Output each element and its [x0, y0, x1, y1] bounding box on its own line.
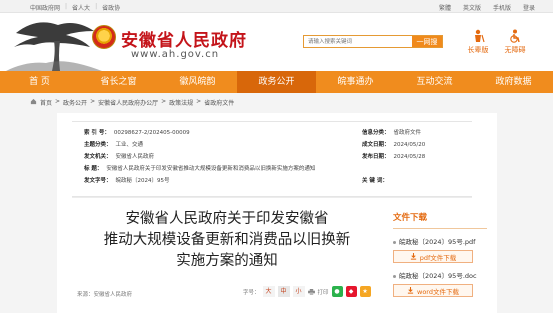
link-cppcc[interactable]: 省政协 — [102, 3, 120, 12]
document-source: 来源：安徽省人民政府 — [77, 292, 133, 298]
nav-culture[interactable]: 徽风皖韵 — [158, 71, 237, 93]
download-icon — [407, 287, 414, 294]
info-category: 省政府文件 — [393, 130, 422, 136]
link-mobile[interactable]: 手机版 — [493, 3, 511, 12]
breadcrumb-current[interactable]: 省政府文件 — [204, 98, 234, 107]
qzone-share-icon[interactable]: ★ — [359, 286, 371, 297]
separator: | — [95, 3, 98, 10]
word-download-button[interactable]: word文件下载 — [393, 284, 473, 297]
site-header: 安徽省人民政府 www.ah.gov.cn 一网搜 长辈版 无障碍 — [0, 13, 553, 71]
index-number: 00298627-2/202405-00009 — [113, 130, 190, 136]
breadcrumb-home[interactable]: 首页 — [40, 98, 52, 107]
written-date: 2024/05/20 — [393, 142, 426, 148]
font-size-medium[interactable]: 中 — [277, 286, 290, 297]
accessibility-label: 无障碍 — [504, 46, 526, 54]
wechat-share-icon[interactable]: ● — [331, 286, 343, 297]
elder-mode-label: 长辈版 — [467, 46, 489, 54]
breadcrumb-office[interactable]: 安徽省人民政府办公厅 — [98, 98, 158, 107]
national-emblem — [92, 25, 116, 49]
main-nav: 首 页 省长之窗 徽风皖韵 政务公开 皖事通办 互动交流 政府数据 — [0, 71, 553, 93]
file-download-box: 文件下载 皖政秘〔2024〕95号.pdf pdf文件下载 皖政秘〔2024〕9… — [393, 211, 487, 297]
print-link[interactable]: 打印 — [318, 288, 329, 296]
bullet-icon — [393, 274, 396, 278]
nav-services[interactable]: 皖事通办 — [316, 71, 395, 93]
elder-icon — [475, 29, 485, 43]
search-box: 一网搜 — [303, 35, 443, 48]
accessibility-link[interactable]: 无障碍 — [500, 29, 530, 55]
breadcrumb: 首页 > 政务公开 > 安徽省人民政府办公厅 > 政策法规 > 省政府文件 — [30, 98, 234, 107]
divider — [72, 197, 472, 198]
bullet-icon — [393, 240, 396, 244]
document-title: 安徽省人民政府关于印发安徽省 推动大规模设备更新和消费品以旧换新 实施方案的通知 — [103, 211, 351, 269]
nav-interaction[interactable]: 互动交流 — [395, 71, 474, 93]
huangshan-pine-logo — [6, 22, 102, 71]
accessibility-icon — [510, 29, 520, 43]
topic-category: 工业、交通 — [115, 142, 144, 148]
separator: | — [65, 3, 68, 10]
print-icon[interactable] — [307, 288, 315, 295]
font-size-label: 字号： — [243, 289, 260, 296]
site-title[interactable]: 安徽省人民政府 — [121, 26, 247, 51]
meta-title: 安徽省人民政府关于印发安徽省推动大规模设备更新和消费品以旧换新实施方案的通知 — [106, 166, 316, 172]
home-icon — [30, 98, 37, 105]
site-url: www.ah.gov.cn — [131, 49, 220, 60]
font-size-small[interactable]: 小 — [292, 286, 305, 297]
link-npc[interactable]: 省人大 — [72, 3, 90, 12]
breadcrumb-gov-affairs[interactable]: 政务公开 — [63, 98, 87, 107]
article-tools: 字号： 大 中 小 打印 ● ◆ ★ — [243, 286, 371, 297]
nav-gov-affairs[interactable]: 政务公开 — [237, 71, 316, 93]
pdf-download-button[interactable]: pdf文件下载 — [393, 250, 473, 263]
nav-governor[interactable]: 省长之窗 — [79, 71, 158, 93]
download-icon — [410, 253, 416, 260]
file-download-title: 文件下载 — [393, 211, 487, 229]
link-traditional[interactable]: 繁體 — [439, 3, 451, 12]
elder-mode-link[interactable]: 长辈版 — [463, 29, 493, 55]
link-login[interactable]: 登录 — [523, 3, 535, 12]
nav-data[interactable]: 政府数据 — [474, 71, 553, 93]
search-input[interactable] — [304, 36, 412, 47]
download-file-pdf: 皖政秘〔2024〕95号.pdf — [393, 236, 487, 246]
weibo-share-icon[interactable]: ◆ — [345, 286, 357, 297]
link-english[interactable]: 英文版 — [463, 3, 481, 12]
breadcrumb-policy[interactable]: 政策法规 — [169, 98, 193, 107]
nav-home[interactable]: 首 页 — [0, 71, 79, 93]
document-metadata: 索 引 号： 00298627-2/202405-00009 信息分类： 省政府文件… — [72, 121, 472, 197]
publish-date: 2024/05/28 — [393, 154, 426, 160]
download-file-doc: 皖政秘〔2024〕95号.doc — [393, 270, 487, 280]
search-button[interactable]: 一网搜 — [412, 36, 442, 47]
top-utility-bar: 中国政府网 | 省人大 | 省政协 繁體 英文版 手机版 登录 — [0, 0, 553, 13]
font-size-large[interactable]: 大 — [262, 286, 275, 297]
issuing-authority: 安徽省人民政府 — [115, 154, 155, 160]
document-number: 皖政秘〔2024〕95号 — [115, 178, 170, 184]
link-gov-cn[interactable]: 中国政府网 — [30, 3, 60, 12]
